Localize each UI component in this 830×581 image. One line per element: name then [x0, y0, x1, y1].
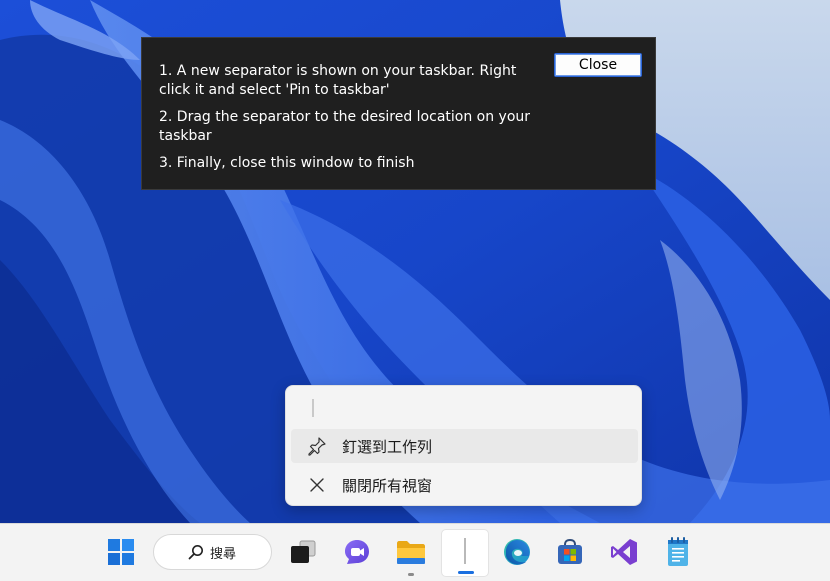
- pin-icon: [306, 435, 328, 457]
- file-explorer-icon[interactable]: [394, 535, 428, 569]
- chat-icon[interactable]: [340, 535, 374, 569]
- task-view-icon[interactable]: [286, 535, 320, 569]
- windows-start-icon[interactable]: [104, 535, 138, 569]
- instruction-step-1: 1. A new separator is shown on your task…: [159, 63, 517, 98]
- instruction-step-2: 2. Drag the separator to the desired loc…: [159, 109, 531, 144]
- active-indicator: [458, 571, 474, 574]
- pin-to-taskbar-item[interactable]: 釘選到工作列: [291, 429, 638, 463]
- close-all-windows-item[interactable]: 關閉所有視窗: [291, 468, 638, 502]
- close-button[interactable]: Close: [554, 53, 642, 77]
- pin-to-taskbar-label: 釘選到工作列: [342, 437, 433, 456]
- running-indicator: [408, 573, 414, 576]
- search-icon: [188, 544, 204, 560]
- separator-taskbar-button[interactable]: [441, 529, 489, 577]
- instruction-step-3: 3. Finally, close this window to finish: [159, 155, 415, 171]
- notepad-icon[interactable]: [661, 535, 695, 569]
- store-icon[interactable]: [553, 535, 587, 569]
- separator-icon: [464, 538, 466, 564]
- taskbar-jump-list: 釘選到工作列 關閉所有視窗: [285, 385, 642, 506]
- close-all-windows-label: 關閉所有視窗: [342, 476, 433, 495]
- taskbar: 搜尋: [0, 523, 830, 581]
- search-label: 搜尋: [210, 546, 237, 562]
- taskbar-search-box[interactable]: 搜尋: [153, 534, 272, 570]
- separator-instructions-dialog: 1. A new separator is shown on your task…: [141, 37, 656, 190]
- edge-icon[interactable]: [500, 535, 534, 569]
- visual-studio-icon[interactable]: [607, 535, 641, 569]
- close-icon: [306, 474, 328, 496]
- separator-app-item[interactable]: [312, 399, 314, 417]
